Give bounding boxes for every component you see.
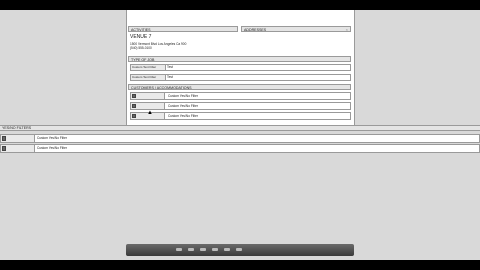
taskbar-button[interactable]: [236, 248, 242, 251]
section-header-addresses: ADDRESSES ×: [241, 26, 351, 32]
custom-text-filter-row[interactable]: Custom Text Filter Test: [130, 64, 351, 71]
yesno-filters-strip: YES/NO FILTERS: [0, 125, 480, 131]
checkbox-cell[interactable]: [131, 93, 165, 99]
row-label: Custom Yes/No Filter: [168, 114, 198, 118]
lower-custom-yesno-row[interactable]: Custom Yes/No Filter: [0, 134, 480, 143]
field-value[interactable]: Test: [167, 65, 173, 70]
section-header-label: ADDRESSES: [244, 28, 267, 32]
checkbox[interactable]: [132, 104, 136, 108]
taskbar-button[interactable]: [200, 248, 206, 251]
taskbar: [126, 244, 354, 256]
section-header-activities: ACTIVITIES: [128, 26, 238, 32]
checkbox[interactable]: [132, 94, 136, 98]
checkbox[interactable]: [132, 114, 136, 118]
field-value[interactable]: Test: [167, 75, 173, 80]
bottom-black-bar: [0, 260, 480, 270]
row-label: Custom Yes/No Filter: [37, 136, 67, 140]
checkbox[interactable]: [2, 146, 6, 151]
row-label: Custom Yes/No Filter: [37, 146, 67, 150]
close-icon[interactable]: ×: [346, 27, 348, 31]
taskbar-button[interactable]: [176, 248, 182, 251]
custom-yesno-row[interactable]: Custom Yes/No Filter: [130, 92, 351, 100]
row-label: Custom Yes/No Filter: [168, 94, 198, 98]
section-header-label: TYPE OF JOB: [131, 58, 155, 62]
custom-text-filter-row[interactable]: Custom Text Filter Test: [130, 74, 351, 81]
taskbar-button[interactable]: [224, 248, 230, 251]
section-header-label: CUSTOMERS / ACCOMMODATIONS: [131, 86, 192, 90]
strip-label: YES/NO FILTERS: [2, 126, 32, 130]
taskbar-button[interactable]: [212, 248, 218, 251]
taskbar-button[interactable]: [188, 248, 194, 251]
row-label: Custom Yes/No Filter: [168, 104, 198, 108]
checkbox-cell[interactable]: [1, 145, 35, 152]
section-header-customers: CUSTOMERS / ACCOMMODATIONS: [128, 84, 351, 90]
venue-name: VENUE 7: [130, 34, 152, 40]
lower-custom-yesno-row[interactable]: Custom Yes/No Filter: [0, 144, 480, 153]
top-black-bar: [0, 0, 480, 10]
section-header-label: ACTIVITIES: [131, 28, 151, 32]
custom-yesno-row[interactable]: Custom Yes/No Filter: [130, 112, 351, 120]
mouse-cursor-icon: ▲: [147, 110, 153, 116]
checkbox-cell[interactable]: [1, 135, 35, 142]
field-label: Custom Text Filter: [131, 75, 166, 80]
checkbox[interactable]: [2, 136, 6, 141]
section-header-type: TYPE OF JOB: [128, 56, 351, 62]
field-label: Custom Text Filter: [131, 65, 166, 70]
checkbox-cell[interactable]: [131, 103, 165, 109]
detail-panel: ACTIVITIES ADDRESSES × VENUE 7 1500 Verm…: [126, 10, 355, 125]
venue-phone: (540) 555-0100: [130, 46, 152, 50]
custom-yesno-row[interactable]: Custom Yes/No Filter: [130, 102, 351, 110]
